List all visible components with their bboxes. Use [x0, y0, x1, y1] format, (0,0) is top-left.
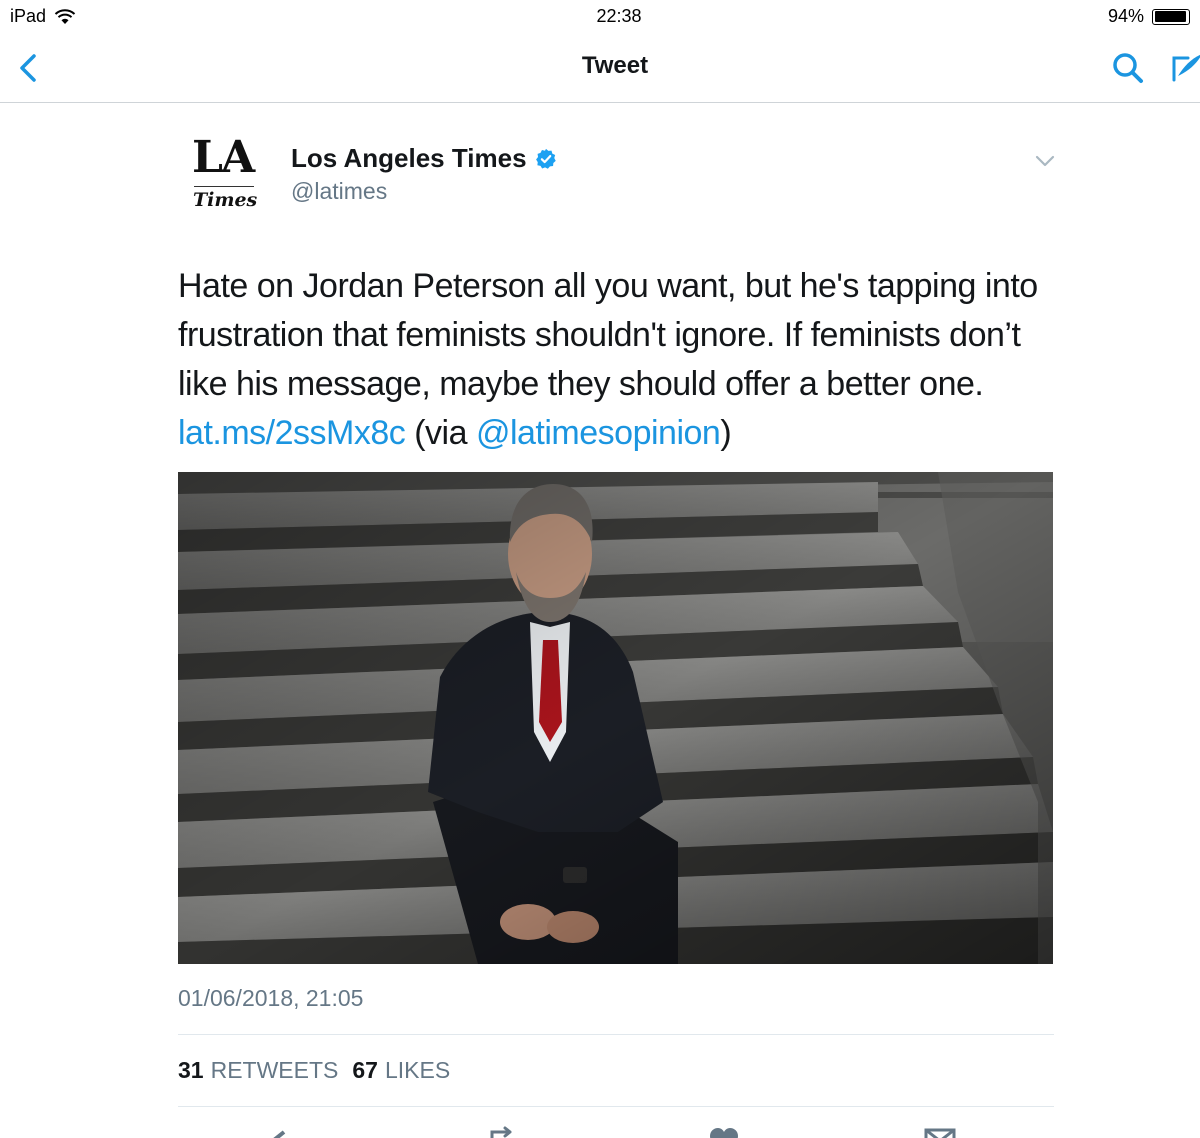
author-avatar-logo[interactable]: LA Times [186, 132, 264, 218]
caret-down-icon[interactable] [1034, 152, 1056, 170]
tweet-timestamp: 01/06/2018, 21:05 [178, 985, 364, 1011]
tweet-link[interactable]: lat.ms/2ssMx8c [178, 414, 406, 452]
likes-label: LIKES [384, 1057, 451, 1083]
tweet-detail-screen: iPad 22:38 94% Tweet LA Times Los Angele… [0, 0, 1200, 1138]
retweet-icon[interactable] [486, 1126, 522, 1138]
divider [178, 1034, 1054, 1035]
tweet-stats: 31 RETWEETS 67 LIKES [178, 1057, 450, 1084]
author-handle[interactable]: @latimes [291, 178, 387, 205]
author-name-text: Los Angeles Times [291, 143, 527, 173]
likes-stat[interactable]: 67 LIKES [352, 1057, 450, 1084]
battery-icon [1152, 8, 1190, 25]
retweets-stat[interactable]: 31 RETWEETS [178, 1057, 338, 1084]
nav-bar: Tweet [0, 34, 1200, 103]
author-name[interactable]: Los Angeles Times [291, 143, 557, 174]
battery-percent: 94% [1107, 6, 1144, 26]
like-icon[interactable] [706, 1126, 742, 1138]
battery-fill [1154, 11, 1186, 22]
tweet-text: Hate on Jordan Peterson all you want, bu… [178, 262, 1078, 458]
compose-icon[interactable] [1168, 50, 1200, 86]
verified-badge-icon [535, 148, 556, 169]
status-bar: iPad 22:38 94% [0, 0, 1200, 34]
logo-times-text: Times [193, 189, 258, 211]
retweets-label: RETWEETS [210, 1057, 339, 1083]
reply-icon[interactable] [266, 1126, 302, 1138]
status-time: 22:38 [596, 6, 642, 26]
status-right: 94% [1108, 6, 1190, 27]
logo-la-text: LA [192, 132, 255, 183]
retweets-count: 31 [178, 1057, 204, 1083]
divider [178, 1106, 1054, 1107]
tweet-photo[interactable] [178, 472, 1053, 964]
tweet-text-close: ) [720, 414, 732, 452]
likes-count: 67 [352, 1057, 378, 1083]
search-icon[interactable] [1110, 50, 1146, 86]
nav-title: Tweet [581, 52, 649, 79]
message-icon[interactable] [922, 1126, 958, 1138]
tweet-text-body: Hate on Jordan Peterson all you want, bu… [178, 267, 1038, 403]
logo-divider [194, 186, 254, 187]
tweet-text-via: (via [405, 414, 476, 452]
tweet-mention[interactable]: @latimesopinion [476, 414, 721, 452]
